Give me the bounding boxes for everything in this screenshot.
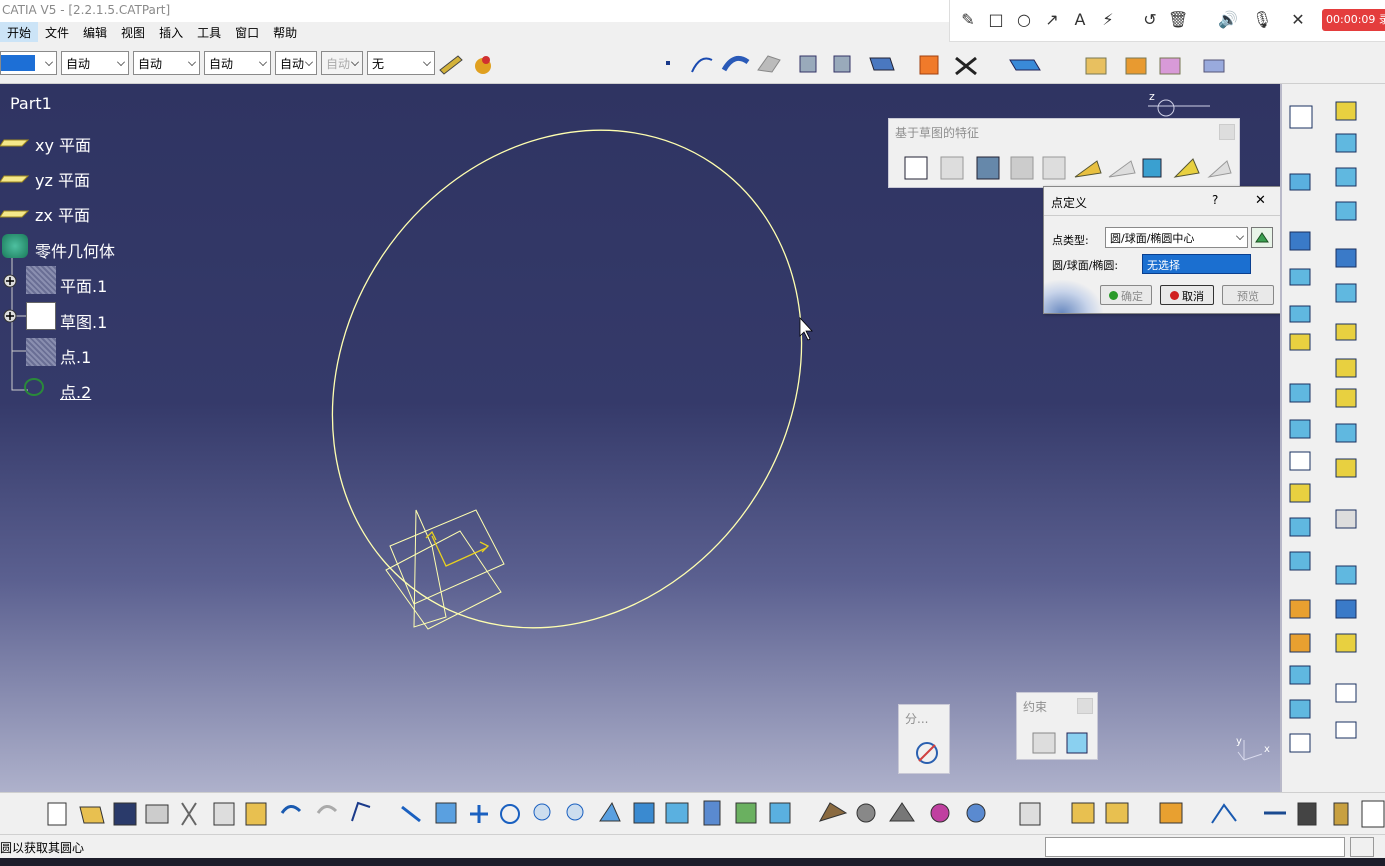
painter-icons[interactable] — [436, 48, 496, 78]
power-input-button[interactable] — [1350, 837, 1374, 857]
trash-icon[interactable]: 🗑 — [1168, 10, 1188, 30]
body-icon — [2, 234, 28, 258]
bottom-toolbar-icons[interactable] — [0, 793, 1385, 835]
text-icon[interactable]: A — [1070, 10, 1090, 30]
status-message: 圆以获取其圆心 — [0, 841, 85, 855]
point-type-dropdown[interactable]: 圆/球面/椭圆中心 — [1105, 227, 1248, 248]
transparency-dropdown[interactable]: 自动 — [275, 51, 317, 75]
compass-icon[interactable] — [1148, 99, 1210, 117]
status-bar: 圆以获取其圆心 — [0, 834, 1385, 858]
tree-item-point1[interactable]: 点.1 — [60, 344, 91, 368]
point-type-label: 点类型: — [1052, 234, 1089, 247]
magic-wand-icon[interactable]: ⚡ — [1098, 10, 1118, 30]
point-type-lock-icon[interactable] — [1251, 227, 1273, 248]
tree-item-point2[interactable]: 点.2 — [60, 379, 91, 403]
linetype-dropdown[interactable]: 自动 — [61, 51, 129, 75]
circle-selection-label: 圆/球面/椭圆: — [1052, 259, 1119, 272]
menu-window[interactable]: 窗口 — [228, 22, 266, 42]
analysis-title: 分... — [905, 712, 929, 726]
top-toolbar-icons[interactable] — [650, 48, 1385, 78]
point-current-icon — [24, 378, 44, 396]
menu-insert[interactable]: 插入 — [152, 22, 190, 42]
right-toolbar-icons[interactable] — [1282, 84, 1385, 792]
ok-button[interactable]: 确定 — [1100, 285, 1152, 305]
right-toolbar — [1280, 84, 1385, 792]
speaker-icon[interactable]: 🔊 — [1218, 10, 1238, 30]
sketch-features-title: 基于草图的特征 — [895, 126, 980, 140]
tree-item-yz-plane[interactable]: yz 平面 — [35, 167, 90, 191]
triad-x-label: x — [1264, 744, 1270, 755]
sketch-features-icons[interactable] — [893, 153, 1237, 187]
sketch-icon — [26, 302, 56, 330]
circle-curve[interactable] — [238, 84, 897, 719]
cancel-button[interactable]: 取消 — [1160, 285, 1214, 305]
menu-help[interactable]: 帮助 — [266, 22, 304, 42]
constraint-close-button[interactable] — [1077, 698, 1093, 714]
arrow-icon[interactable]: ↗ — [1042, 10, 1062, 30]
dialog-close-button[interactable]: ✕ — [1255, 193, 1266, 208]
toolbar-close-button[interactable] — [1219, 124, 1235, 140]
tree-item-plane1[interactable]: 平面.1 — [60, 273, 107, 297]
tree-root-part1[interactable]: Part1 — [10, 94, 52, 113]
point-symbol-dropdown[interactable]: 自动 — [204, 51, 271, 75]
menu-tools[interactable]: 工具 — [190, 22, 228, 42]
dialog-title: 点定义 — [1051, 196, 1088, 210]
tree-item-zx-plane[interactable]: zx 平面 — [35, 202, 90, 226]
compass-z-label: z — [1149, 90, 1155, 103]
circle-selection-field[interactable]: 无选择 — [1142, 254, 1251, 274]
constraint-toolbar: 约束 — [1016, 692, 1098, 760]
dialog-decoration — [1044, 279, 1104, 313]
plane-frames[interactable] — [385, 509, 505, 630]
cancel-icon — [1170, 291, 1179, 300]
tree-item-body[interactable]: 零件几何体 — [35, 238, 115, 262]
thickness-dropdown[interactable]: 自动 — [133, 51, 200, 75]
sketch-features-toolbar: 基于草图的特征 — [888, 118, 1240, 188]
close-icon[interactable]: ✕ — [1288, 10, 1308, 30]
curvature-analysis-icon[interactable] — [913, 739, 943, 769]
recording-timer[interactable]: 00:00:09 录 — [1322, 9, 1385, 31]
point-feature-icon — [26, 338, 56, 366]
triad-y-label: y — [1236, 736, 1242, 747]
menu-file[interactable]: 文件 — [38, 22, 76, 42]
constraint-title: 约束 — [1023, 700, 1048, 714]
bottom-toolbar — [0, 792, 1385, 834]
ok-icon — [1109, 291, 1118, 300]
point-definition-dialog: 点定义 ? ✕ 点类型: 圆/球面/椭圆中心 圆/球面/椭圆: 无选择 确定 取… — [1043, 186, 1283, 314]
preview-button[interactable]: 预览 — [1222, 285, 1274, 305]
menu-start[interactable]: 开始 — [0, 22, 39, 42]
layer-dropdown[interactable]: 自动 — [321, 51, 363, 75]
analysis-toolbar: 分... — [898, 704, 950, 774]
menu-edit[interactable]: 编辑 — [76, 22, 114, 42]
recorder-toolbar: ✎ □ ○ ↗ A ⚡ ↺ 🗑 🔊 🎙 ✕ 00:00:09 录 — [949, 0, 1385, 42]
constraint-icons[interactable] — [1031, 729, 1095, 757]
taskbar-strip — [0, 858, 1385, 866]
undo-icon[interactable]: ↺ — [1140, 10, 1160, 30]
menu-view[interactable]: 视图 — [114, 22, 152, 42]
render-style-dropdown[interactable]: 无 — [367, 51, 435, 75]
circle-icon[interactable]: ○ — [1014, 10, 1034, 30]
plane-feature-icon — [26, 266, 56, 294]
color-dropdown[interactable] — [0, 51, 57, 75]
tree-item-sketch1[interactable]: 草图.1 — [60, 309, 107, 333]
power-input-field[interactable] — [1045, 837, 1345, 857]
pencil-icon[interactable]: ✎ — [958, 10, 978, 30]
tree-item-xy-plane[interactable]: xy 平面 — [35, 132, 91, 156]
help-button[interactable]: ? — [1212, 193, 1218, 207]
color-swatch — [1, 55, 35, 71]
rectangle-icon[interactable]: □ — [986, 10, 1006, 30]
menu-bar: 开始 文件 编辑 视图 插入 工具 窗口 帮助 — [0, 22, 950, 42]
graphic-properties-toolbar: 自动 自动 自动 自动 自动 无 — [0, 42, 1385, 84]
microphone-icon[interactable]: 🎙 — [1252, 10, 1272, 30]
